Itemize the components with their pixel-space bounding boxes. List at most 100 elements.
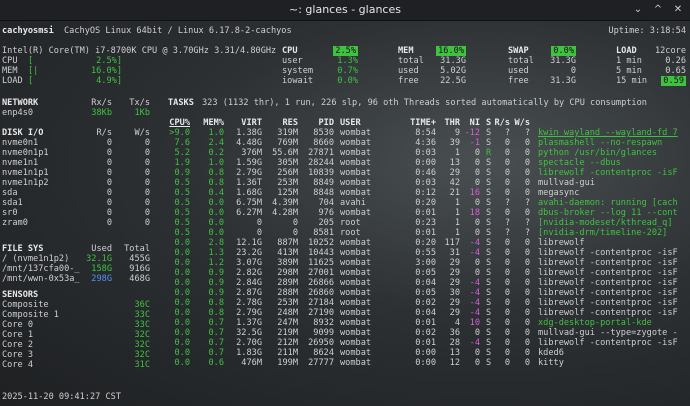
process-column-header: MEM% xyxy=(203,118,224,128)
tasks-label: TASKS xyxy=(168,98,194,108)
process-cell: 0 xyxy=(524,238,530,248)
process-cell: 2.84G xyxy=(236,278,262,288)
quicklook-label: LOAD xyxy=(2,76,23,86)
process-command[interactable]: kded6 xyxy=(538,348,564,358)
process-cell: wombat xyxy=(340,158,372,168)
process-cell: S xyxy=(486,298,492,308)
cpu-stat-label: iowait xyxy=(282,76,314,86)
process-cell: 23.2G xyxy=(236,248,262,258)
process-command[interactable]: plasmashell --no-respawn xyxy=(538,138,662,148)
cpu-stat-value: 0.7% xyxy=(337,66,358,76)
process-cell: 0 xyxy=(504,318,510,328)
sensor-value: 32C xyxy=(134,350,150,360)
process-cell: 8849 xyxy=(313,178,334,188)
process-column-header: NI xyxy=(469,118,480,128)
process-command[interactable]: avahi-daemon: running [cach xyxy=(538,198,678,208)
process-cell: 21 xyxy=(449,188,460,198)
process-cell: 0 xyxy=(504,288,510,298)
process-column-header: CPU% xyxy=(169,118,190,128)
process-cell: 0:00 xyxy=(415,358,436,368)
process-command[interactable]: [nvidia-drm/timeline-202] xyxy=(538,228,667,238)
process-cell: 1.59G xyxy=(236,158,262,168)
process-cell: 0 xyxy=(524,168,530,178)
diskio-r-header: R/s xyxy=(96,128,112,138)
process-cell: S xyxy=(486,328,492,338)
cpu-title: CPU xyxy=(282,46,298,56)
process-cell: 1.38G xyxy=(236,128,262,138)
filesys-used: 32.1G xyxy=(86,254,112,264)
disk-name: sda xyxy=(2,188,18,198)
process-cell: 2.70G xyxy=(236,338,262,348)
process-cell: 29 xyxy=(449,278,460,288)
process-cell: 0.5 xyxy=(174,188,190,198)
process-cell: 199M xyxy=(277,358,298,368)
process-command[interactable]: spectacle --dbus xyxy=(538,158,621,168)
process-command[interactable]: mullvad-gui xyxy=(538,178,595,188)
process-cell: wombat xyxy=(340,318,372,328)
process-cell: 1 xyxy=(454,148,460,158)
process-column-header: TIME+ xyxy=(410,118,436,128)
process-cell: ? xyxy=(524,198,530,208)
process-cell: 0 xyxy=(504,258,510,268)
process-cell: S xyxy=(486,248,492,258)
terminal-window: ~: glances - glances ⌄ ^ ✕ cachyosmsi Cac… xyxy=(0,0,690,406)
process-cell: 8848 xyxy=(313,188,334,198)
process-cell: 0.5 xyxy=(174,178,190,188)
process-command[interactable]: xdg-desktop-portal-kde xyxy=(538,318,652,328)
process-cell: S xyxy=(486,358,492,368)
process-command[interactable]: librewolf -contentproc -isF xyxy=(538,168,678,178)
process-cell: -4 xyxy=(469,288,480,298)
process-command[interactable]: mullvad-gui --type=zygote - xyxy=(538,328,678,338)
tasks-summary: 323 (1132 thr), 1 run, 226 slp, 96 oth T… xyxy=(202,98,647,108)
quicklook-value: 16.0%] xyxy=(90,66,122,76)
process-cell: 2.79G xyxy=(236,308,262,318)
process-cell: 1.9 xyxy=(174,158,190,168)
process-cell: 1.2 xyxy=(208,258,224,268)
sensor-name: Composite 1 xyxy=(2,310,59,320)
process-command[interactable]: megasync xyxy=(538,188,579,198)
load-stat-label: 15 min xyxy=(616,76,648,86)
process-cell: 1 xyxy=(454,228,460,238)
sensor-name: Core 1 xyxy=(2,330,34,340)
process-cell: -4 xyxy=(469,298,480,308)
process-command[interactable]: librewolf -contentproc -isF xyxy=(538,278,678,288)
process-cell: 389M xyxy=(277,258,298,268)
process-cell: 29 xyxy=(449,168,460,178)
process-command[interactable]: librewolf -contentproc -isF xyxy=(538,298,678,308)
close-icon[interactable]: ✕ xyxy=(672,4,684,16)
disk-read: 0 xyxy=(106,208,112,218)
process-cell: 1 xyxy=(454,208,460,218)
process-command[interactable]: librewolf xyxy=(538,238,585,248)
process-cell: S xyxy=(486,188,492,198)
minimize-icon[interactable]: ⌄ xyxy=(632,4,644,16)
process-cell: 0 xyxy=(504,178,510,188)
process-command[interactable]: librewolf -contentproc -isF xyxy=(538,248,678,258)
title-bar: ~: glances - glances ⌄ ^ ✕ xyxy=(0,0,690,21)
process-command[interactable]: dbus-broker --log 11 --cont xyxy=(538,208,678,218)
process-command[interactable]: python /usr/bin/glances xyxy=(538,148,657,158)
process-cell: 4.39M xyxy=(272,198,298,208)
process-cell: 0 xyxy=(256,228,262,238)
process-command[interactable]: [nvidia-modeset/kthread_q] xyxy=(538,218,673,228)
process-cell: 0 xyxy=(474,168,480,178)
sensor-name: Core 3 xyxy=(2,350,34,360)
process-command[interactable]: kitty xyxy=(538,358,564,368)
process-cell: S xyxy=(486,278,492,288)
process-command[interactable]: librewolf -contentproc -isF xyxy=(538,288,678,298)
swap-stat-value: 0 xyxy=(570,66,576,76)
process-command[interactable]: librewolf -contentproc -isF xyxy=(538,258,678,268)
process-cell: 0.0 xyxy=(174,308,190,318)
disk-write: 0 xyxy=(144,198,150,208)
process-command[interactable]: kwin_wayland --wayland-fd 7 xyxy=(538,128,678,138)
process-command[interactable]: librewolf -contentproc -isF xyxy=(538,268,678,278)
maximize-icon[interactable]: ^ xyxy=(652,4,664,16)
process-cell: 27184 xyxy=(308,298,334,308)
process-cell: wombat xyxy=(340,358,372,368)
swap-stat-label: free xyxy=(508,76,529,86)
process-cell: 18 xyxy=(469,208,480,218)
quicklook-value: 2.5%] xyxy=(96,56,122,66)
process-command[interactable]: librewolf -contentproc -isF xyxy=(538,308,678,318)
process-command[interactable]: librewolf -contentproc -isF xyxy=(538,338,678,348)
os-info: CachyOS Linux 64bit / Linux 6.17.8-2-cac… xyxy=(64,26,292,36)
window-title: ~: glances - glances xyxy=(289,3,401,16)
